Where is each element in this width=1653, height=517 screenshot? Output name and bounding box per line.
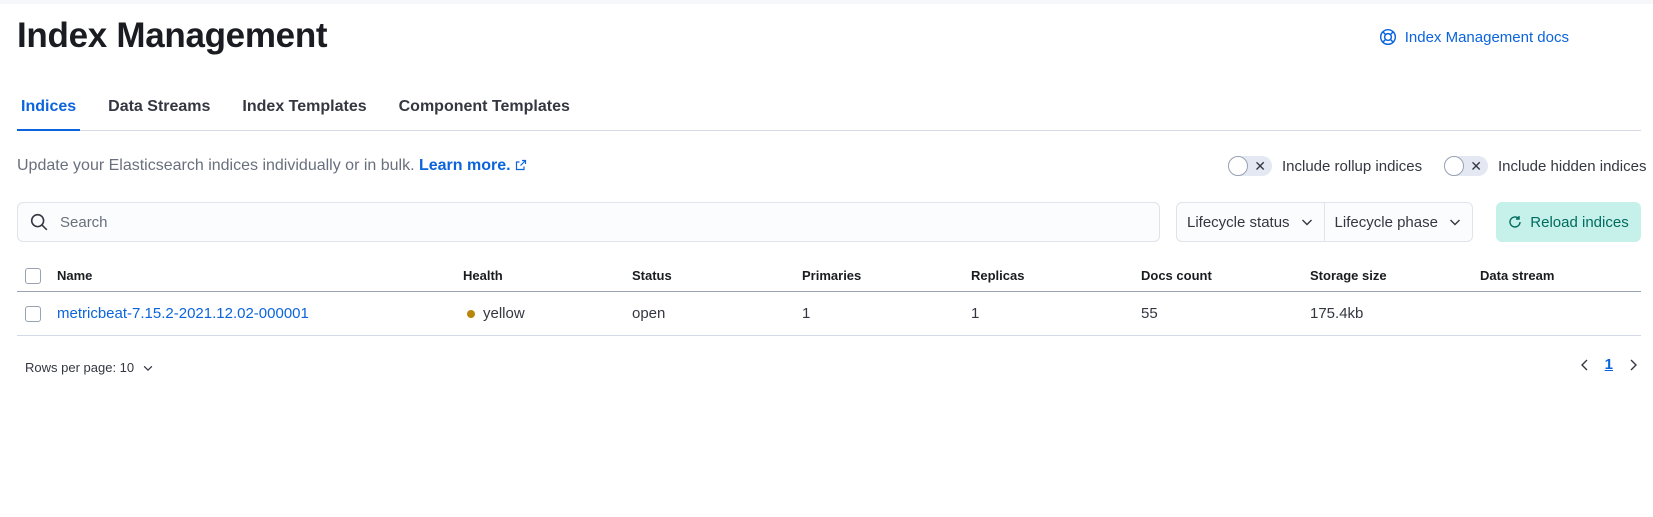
switch-knob <box>1228 156 1248 176</box>
chevron-down-icon <box>1301 219 1312 226</box>
column-header-status[interactable]: Status <box>632 260 672 291</box>
docs-link[interactable]: Index Management docs <box>1379 28 1569 46</box>
select-all-checkbox[interactable] <box>25 267 41 284</box>
index-name-cell: metricbeat-7.15.2-2021.12.02-000001 <box>57 292 309 335</box>
search-input[interactable] <box>60 213 1140 231</box>
docs-count-value: 55 <box>1141 305 1158 322</box>
lifecycle-status-filter[interactable]: Lifecycle status <box>1177 203 1324 241</box>
chevron-left-icon[interactable] <box>1577 357 1593 373</box>
column-header-primaries[interactable]: Primaries <box>802 260 861 291</box>
chevron-down-icon <box>143 365 153 371</box>
rows-per-page-label: Rows per page: 10 <box>25 360 135 375</box>
index-name-link[interactable]: metricbeat-7.15.2-2021.12.02-000001 <box>57 305 309 322</box>
docs-link-label: Index Management docs <box>1404 28 1569 46</box>
table-row: metricbeat-7.15.2-2021.12.02-000001 yell… <box>17 292 1641 336</box>
column-header-storage-size[interactable]: Storage size <box>1310 260 1387 291</box>
lifecycle-phase-label: Lifecycle phase <box>1334 213 1438 231</box>
indices-table: Name Health Status Primaries Replicas Do… <box>17 260 1641 336</box>
health-value: yellow <box>483 305 525 322</box>
tab-index-templates[interactable]: Index Templates <box>238 94 370 131</box>
include-hidden-toggle[interactable]: ✕ Include hidden indices <box>1444 156 1646 176</box>
rollup-switch[interactable]: ✕ <box>1228 156 1272 176</box>
column-header-health[interactable]: Health <box>463 260 503 291</box>
primaries-value: 1 <box>802 305 811 322</box>
close-icon: ✕ <box>1470 158 1482 174</box>
tab-indices[interactable]: Indices <box>17 94 81 131</box>
tab-data-streams[interactable]: Data Streams <box>104 94 214 131</box>
tab-bar: Indices Data Streams Index Templates Com… <box>17 94 1641 131</box>
lifecycle-phase-filter[interactable]: Lifecycle phase <box>1323 203 1472 241</box>
lifecycle-status-label: Lifecycle status <box>1187 213 1290 231</box>
help-lifebuoy-icon <box>1379 28 1396 46</box>
rows-per-page-selector[interactable]: Rows per page: 10 <box>25 360 154 375</box>
row-select-cell <box>25 292 41 335</box>
page-number-button[interactable]: 1 <box>1605 356 1613 373</box>
storage-size-value: 175.4kb <box>1310 305 1364 322</box>
column-header-replicas[interactable]: Replicas <box>971 260 1024 291</box>
rollup-toggle-label: Include rollup indices <box>1282 157 1423 175</box>
search-box <box>17 202 1160 242</box>
search-icon <box>30 213 48 231</box>
external-link-icon <box>515 159 526 171</box>
replicas-value: 1 <box>971 305 980 322</box>
column-header-docs-count[interactable]: Docs count <box>1141 260 1212 291</box>
description-text: Update your Elasticsearch indices indivi… <box>17 157 415 174</box>
include-rollup-toggle[interactable]: ✕ Include rollup indices <box>1228 156 1422 176</box>
row-checkbox[interactable] <box>25 305 41 322</box>
top-bar-strip <box>0 0 1653 4</box>
hidden-toggle-label: Include hidden indices <box>1498 157 1647 175</box>
reload-indices-label: Reload indices <box>1530 213 1629 231</box>
reload-indices-button[interactable]: Reload indices <box>1496 202 1641 242</box>
select-all-cell <box>25 260 41 291</box>
column-header-data-stream[interactable]: Data stream <box>1480 260 1554 291</box>
chevron-down-icon <box>1449 219 1460 226</box>
table-header: Name Health Status Primaries Replicas Do… <box>17 260 1641 292</box>
switch-knob <box>1444 156 1464 176</box>
chevron-right-icon[interactable] <box>1625 357 1641 373</box>
status-value: open <box>632 305 666 322</box>
learn-more-link[interactable]: Learn more. <box>419 157 527 174</box>
health-cell: yellow <box>467 292 525 335</box>
health-status-dot <box>467 309 475 318</box>
refresh-icon <box>1509 216 1521 228</box>
hidden-switch[interactable]: ✕ <box>1444 156 1488 176</box>
page-description: Update your Elasticsearch indices indivi… <box>17 157 527 175</box>
page-title: Index Management <box>17 16 328 55</box>
column-header-name[interactable]: Name <box>57 260 92 291</box>
lifecycle-filters: Lifecycle status Lifecycle phase <box>1176 202 1473 242</box>
tab-component-templates[interactable]: Component Templates <box>395 94 574 131</box>
close-icon: ✕ <box>1254 158 1266 174</box>
pagination: 1 <box>1577 356 1641 373</box>
